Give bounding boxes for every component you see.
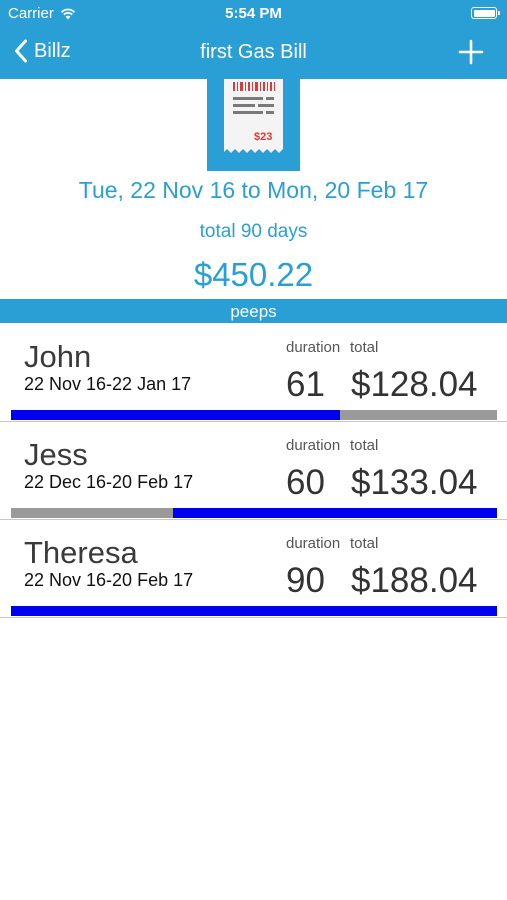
duration-bar-track [11, 606, 497, 616]
status-bar: Carrier 5:54 PM [0, 0, 507, 28]
person-duration: 90 [286, 561, 325, 600]
total-header: total [350, 535, 379, 552]
person-date-range: 22 Nov 16-22 Jan 17 [24, 374, 192, 394]
person-row-jess[interactable]: Jess 22 Dec 16-20 Feb 17 duration total … [0, 422, 507, 520]
duration-bar-track [11, 508, 497, 518]
person-total: $128.04 [351, 365, 478, 404]
person-total: $188.04 [351, 561, 478, 600]
bill-date-range: Tue, 22 Nov 16 to Mon, 20 Feb 17 [78, 177, 429, 203]
person-row-john[interactable]: John 22 Nov 16-22 Jan 17 duration total … [0, 324, 507, 422]
person-name: Jess [24, 437, 88, 472]
duration-header: duration [286, 437, 341, 454]
receipt-icon: $23 [207, 79, 300, 171]
person-name: Theresa [24, 535, 138, 570]
bill-amount: $450.22 [193, 256, 314, 293]
nav-bar: Billz first Gas Bill [0, 28, 507, 79]
person-duration: 61 [286, 365, 325, 404]
total-header: total [350, 339, 379, 356]
duration-header: duration [286, 339, 341, 356]
person-row-theresa[interactable]: Theresa 22 Nov 16-20 Feb 17 duration tot… [0, 520, 507, 618]
section-header-peeps: peeps [0, 299, 507, 323]
bill-total-days: total 90 days [199, 221, 308, 242]
person-total: $133.04 [351, 463, 478, 502]
person-name: John [24, 339, 92, 374]
person-date-range: 22 Dec 16-20 Feb 17 [24, 472, 194, 492]
duration-bar-fill [11, 606, 497, 616]
duration-bar-track [11, 410, 497, 420]
battery-icon [471, 7, 500, 19]
row-divider [0, 617, 507, 618]
receipt-amount: $23 [254, 131, 272, 143]
person-duration: 60 [286, 463, 325, 502]
add-icon[interactable] [457, 38, 485, 66]
status-time: 5:54 PM [225, 5, 282, 22]
page-title: first Gas Bill [200, 41, 307, 63]
duration-header: duration [286, 535, 341, 552]
duration-bar-fill [172, 508, 497, 518]
duration-bar-fill [11, 410, 341, 420]
total-header: total [350, 437, 379, 454]
person-date-range: 22 Nov 16-20 Feb 17 [24, 570, 194, 590]
